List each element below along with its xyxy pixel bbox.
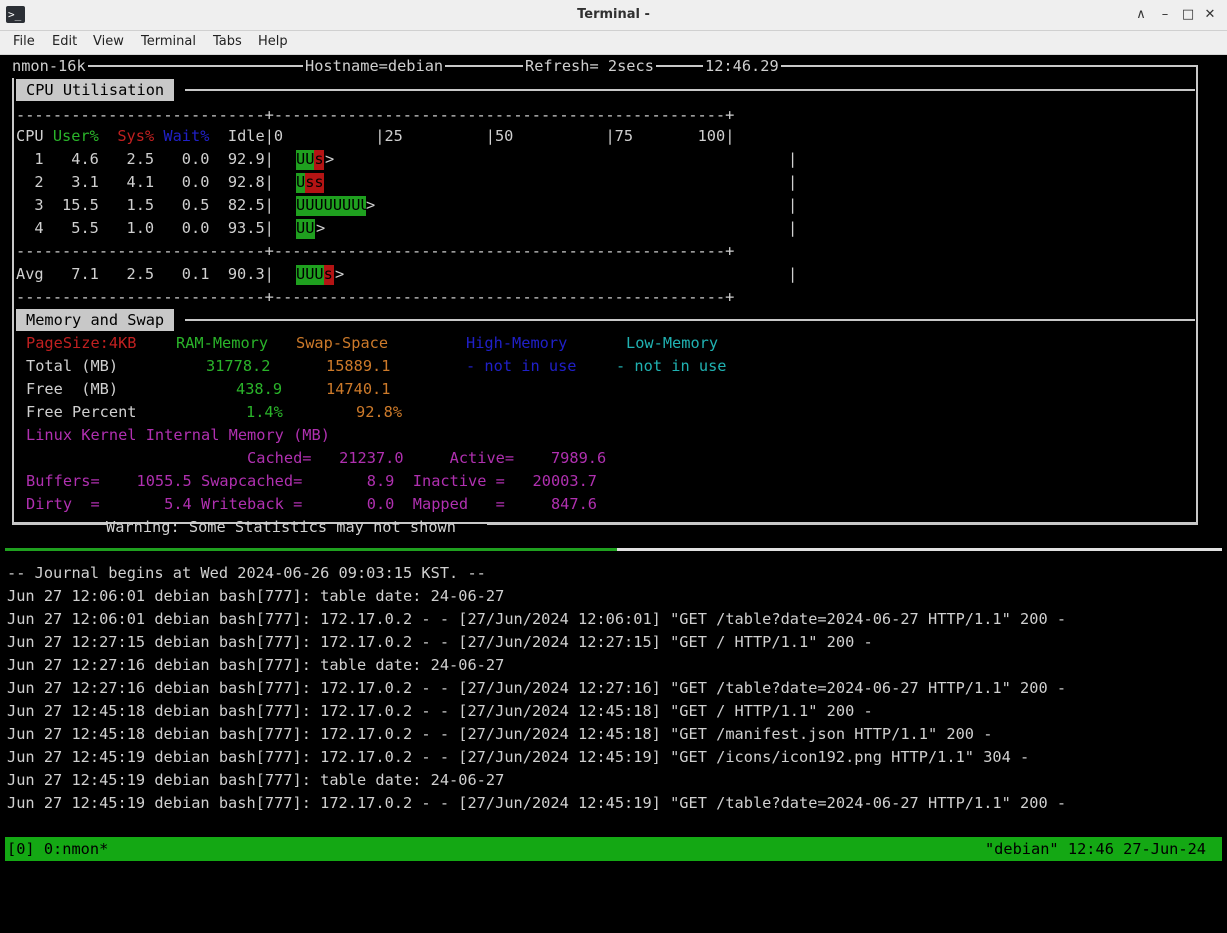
cpu-separator-top: ---------------------------+------------… (16, 106, 735, 124)
cpu-section-rule (185, 89, 1195, 91)
pane-divider-active[interactable] (5, 548, 617, 551)
cpu-right-edge: | (788, 219, 798, 237)
keep-above-icon[interactable]: ∧ (1131, 5, 1151, 25)
cpu-avg-bar-text: UUUs (296, 265, 333, 283)
journal-line: Jun 27 12:45:19 debian bash[777]: table … (7, 771, 505, 789)
pagesize-label: PageSize:4KB (26, 334, 137, 352)
cpu-row: 1 4.6 2.5 0.0 92.9| (16, 150, 274, 168)
nmon-bottom-rule-right (487, 523, 1198, 525)
cpu4-bar-end: > (316, 219, 326, 237)
cpu4-bar-text: UU (296, 219, 315, 237)
free-percent-label: Free Percent (26, 403, 137, 421)
free-ram-value: 438.9 (236, 380, 283, 398)
nmon-hostname: Hostname=debian (303, 55, 446, 78)
cpu2-bar-text: Uss (296, 173, 324, 191)
memory-section-rule (185, 319, 1195, 321)
kernel-memory-line: Buffers= 1055.5 Swapcached= 8.9 Inactive… (26, 472, 597, 490)
low-memory-state: - not in use (616, 357, 727, 375)
close-button[interactable]: ✕ (1200, 5, 1220, 25)
journal-line: Jun 27 12:45:19 debian bash[777]: 172.17… (7, 794, 1067, 812)
free-swap-value: 14740.1 (326, 380, 391, 398)
swap-space-label: Swap-Space (296, 334, 389, 352)
menu-edit[interactable]: Edit (52, 34, 77, 49)
journal-line: -- Journal begins at Wed 2024-06-26 09:0… (7, 564, 486, 582)
kernel-memory-line: Cached= 21237.0 Active= 7989.6 (26, 449, 607, 467)
terminal-content[interactable]: nmon-16k Hostname=debian Refresh= 2secs … (5, 55, 1222, 861)
cpu-right-edge: | (788, 173, 798, 191)
cpu-separator-bottom: ---------------------------+------------… (16, 288, 735, 306)
kernel-memory-title: Linux Kernel Internal Memory (MB) (26, 426, 330, 444)
minimize-button[interactable]: – (1155, 5, 1175, 25)
memory-section-title: Memory and Swap (16, 309, 175, 331)
cpu-avg-bar-end: > (335, 265, 345, 283)
cpu-row: 2 3.1 4.1 0.0 92.8| (16, 173, 274, 191)
tmux-status-right: "debian" 12:46 27-Jun-24 (984, 840, 1206, 858)
kernel-memory-line: Dirty = 5.4 Writeback = 0.0 Mapped = 847… (26, 495, 597, 513)
cpu1-bar-text: UUs (296, 150, 324, 168)
journal-line: Jun 27 12:06:01 debian bash[777]: table … (7, 587, 505, 605)
menu-file[interactable]: File (13, 34, 35, 49)
journal-line: Jun 27 12:45:18 debian bash[777]: 172.17… (7, 725, 993, 743)
menu-bar: File Edit View Terminal Tabs Help (0, 31, 1227, 55)
cpu-right-edge: | (788, 150, 798, 168)
free-percent-ram: 1.4% (246, 403, 283, 421)
nmon-title: nmon-16k (10, 55, 88, 78)
cpu3-bar-end: > (366, 196, 376, 214)
low-memory-label: Low-Memory (626, 334, 719, 352)
cpu3-bar-text: UUUUUUUU (296, 196, 370, 214)
high-memory-label: High-Memory (466, 334, 568, 352)
total-ram-value: 31778.2 (206, 357, 271, 375)
journal-line: Jun 27 12:27:16 debian bash[777]: 172.17… (7, 679, 1067, 697)
window-title: Terminal - (577, 7, 650, 22)
total-label: Total (MB) (26, 357, 119, 375)
journal-line: Jun 27 12:45:19 debian bash[777]: 172.17… (7, 748, 1030, 766)
journal-line: Jun 27 12:27:15 debian bash[777]: 172.17… (7, 633, 873, 651)
cpu1-bar-end: > (325, 150, 335, 168)
cpu-section-title: CPU Utilisation (16, 79, 175, 101)
menu-terminal[interactable]: Terminal (141, 34, 196, 49)
menu-tabs[interactable]: Tabs (213, 34, 242, 49)
cpu-row: 3 15.5 1.5 0.5 82.5| (16, 196, 274, 214)
nmon-bottom-rule-left (12, 523, 107, 525)
free-percent-swap: 92.8% (356, 403, 403, 421)
high-memory-state: - not in use (466, 357, 577, 375)
cpu-avg-row: Avg 7.1 2.5 0.1 90.3| (16, 265, 274, 283)
cpu-right-edge: | (788, 265, 798, 283)
cpu-row: 4 5.5 1.0 0.0 93.5| (16, 219, 274, 237)
cpu-separator-mid: ---------------------------+------------… (16, 242, 735, 260)
title-bar: >_ Terminal - ∧ – □ ✕ (0, 0, 1227, 31)
free-label: Free (MB) (26, 380, 119, 398)
cpu-right-edge: | (788, 196, 798, 214)
terminal-window: >_ Terminal - ∧ – □ ✕ File Edit View Ter… (0, 0, 1227, 866)
total-swap-value: 15889.1 (326, 357, 391, 375)
nmon-refresh: Refresh= 2secs (523, 55, 656, 78)
tmux-window-list[interactable]: [0] 0:nmon* (7, 837, 108, 861)
nmon-warning: Warning: Some Statistics may not shown (106, 518, 456, 536)
menu-help[interactable]: Help (258, 34, 288, 49)
journal-line: Jun 27 12:06:01 debian bash[777]: 172.17… (7, 610, 1067, 628)
nmon-clock: 12:46.29 (703, 55, 781, 78)
pane-divider[interactable] (617, 548, 1222, 551)
maximize-button[interactable]: □ (1178, 5, 1198, 25)
journal-line: Jun 27 12:45:18 debian bash[777]: 172.17… (7, 702, 873, 720)
tmux-status-bar: [0] 0:nmon* "debian" 12:46 27-Jun-24 (5, 837, 1222, 861)
menu-view[interactable]: View (93, 34, 124, 49)
cpu-header: CPU User% Sys% Wait% Idle|0 |25 |50 |75 … (16, 127, 735, 145)
journal-line: Jun 27 12:27:16 debian bash[777]: table … (7, 656, 505, 674)
ram-memory-label: RAM-Memory (176, 334, 269, 352)
